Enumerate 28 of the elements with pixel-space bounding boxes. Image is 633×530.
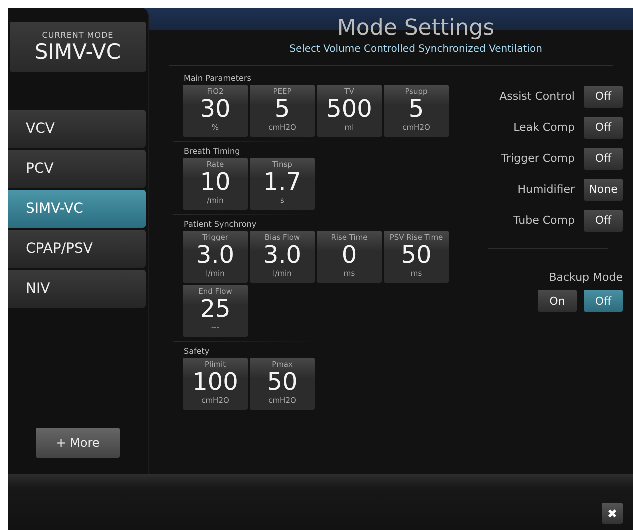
close-button[interactable]: ✖	[602, 503, 623, 524]
option-label: Trigger Comp	[501, 152, 575, 165]
mode-tab[interactable]: NIV	[8, 270, 146, 308]
option-toggle[interactable]: Off	[584, 86, 623, 108]
mode-tab[interactable]: CPAP/PSV	[8, 230, 146, 268]
mode-tab[interactable]: VCV	[8, 110, 146, 148]
page-title: Mode Settings	[337, 16, 495, 41]
option-label: Tube Comp	[514, 214, 575, 227]
current-mode-value: SIMV-VC	[34, 40, 122, 64]
section-title: Patient Synchrony	[184, 220, 258, 229]
option-toggle[interactable]: Off	[584, 148, 623, 170]
option-toggle[interactable]: Off	[584, 116, 623, 138]
backup-mode-toggle[interactable]: On	[538, 290, 577, 312]
mode-tab[interactable]: PCV	[8, 150, 146, 188]
option-toggle[interactable]: None	[584, 178, 623, 200]
section-title: Safety	[184, 347, 211, 356]
more-button[interactable]: + More	[36, 428, 120, 458]
option-label: Humidifier	[518, 183, 575, 196]
page-subtitle: Select Volume Controlled Synchronized Ventilation	[290, 44, 542, 55]
current-mode-label: CURRENT MODE	[42, 30, 114, 40]
section-title: Main Parameters	[184, 74, 252, 83]
option-label: Assist Control	[500, 90, 575, 103]
section-title: Breath Timing	[184, 147, 242, 156]
backup-mode-label: Backup Mode	[549, 271, 623, 284]
option-toggle[interactable]: Off	[584, 210, 623, 232]
option-label: Leak Comp	[514, 121, 575, 134]
backup-mode-toggle[interactable]: Off	[584, 290, 623, 312]
mode-tab[interactable]: SIMV-VC	[8, 190, 146, 228]
